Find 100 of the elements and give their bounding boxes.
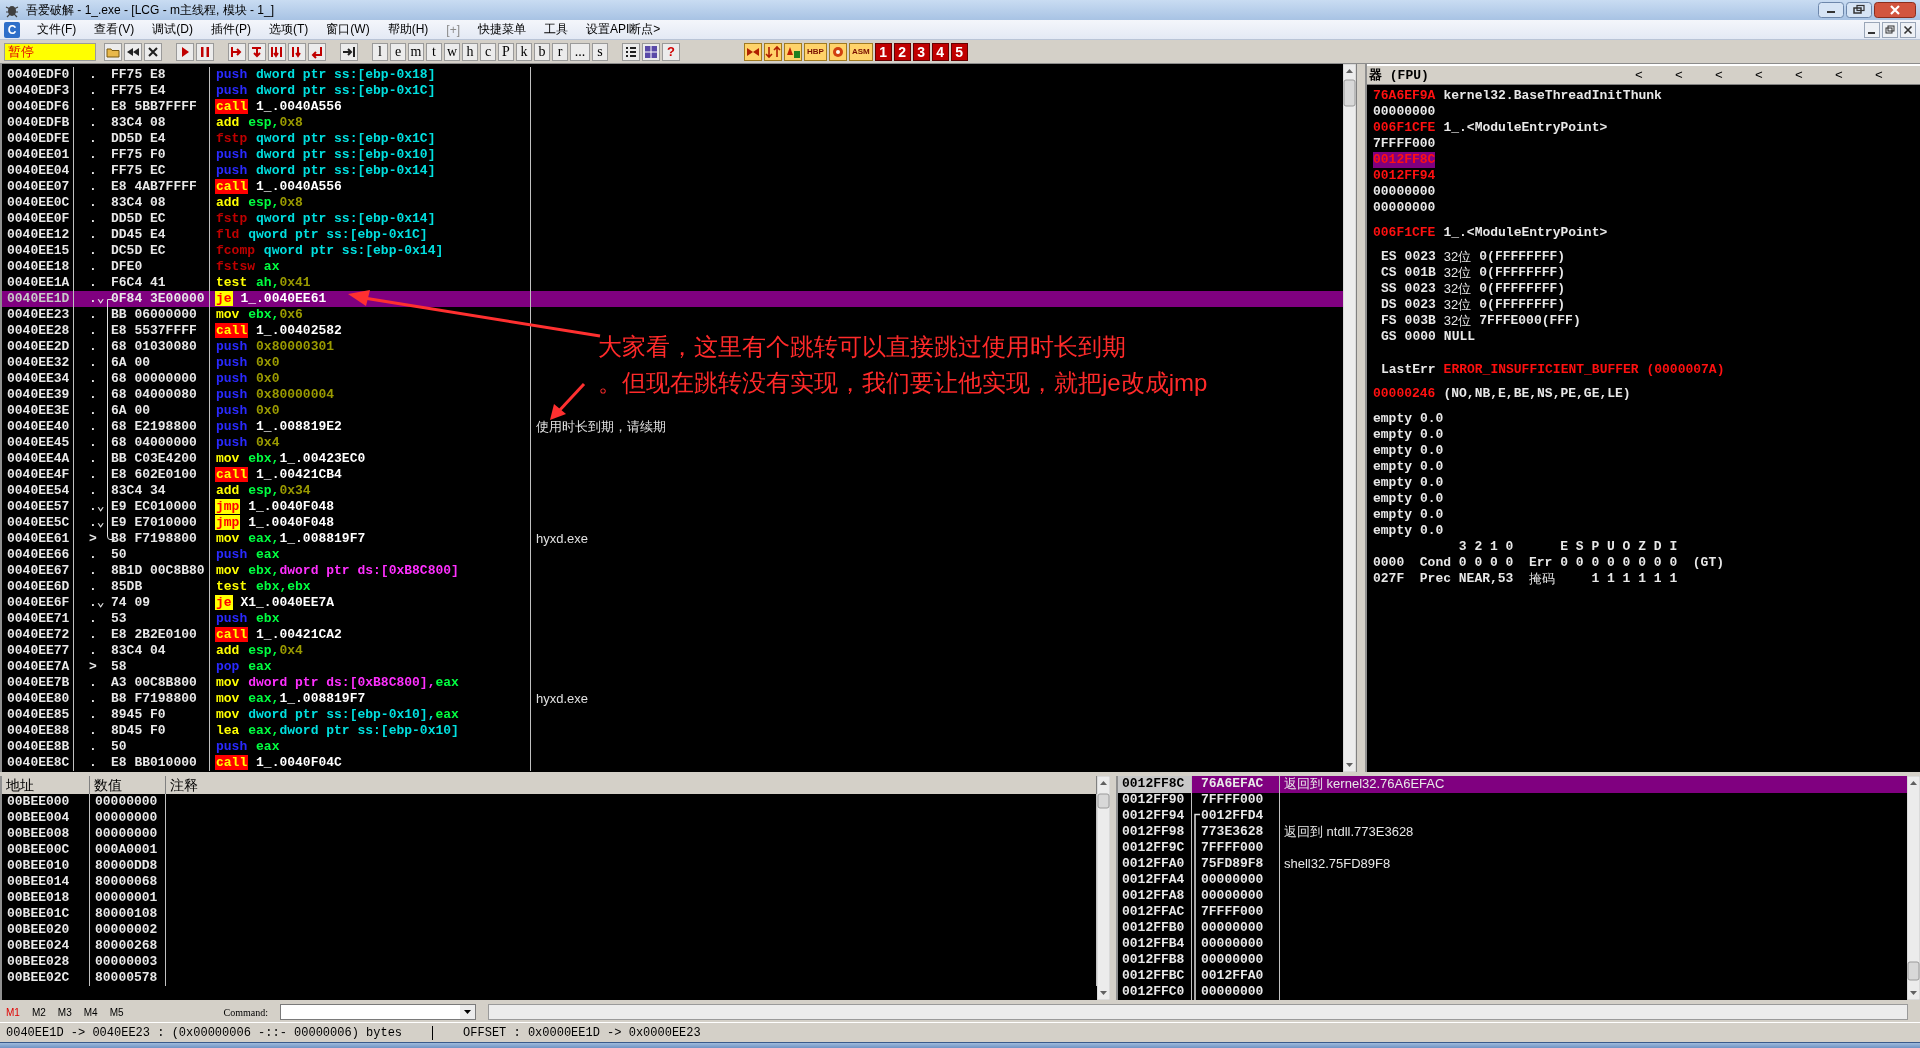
toolbar-button[interactable]: 4 [931,42,949,61]
scroll-left-button[interactable]: < [1779,67,1819,83]
memory-tab[interactable]: M5 [109,1006,124,1018]
menu-item[interactable]: 选项(T) [260,21,318,38]
scroll-left-button[interactable]: < [1659,67,1699,83]
command-field[interactable] [280,1004,476,1020]
close-icon[interactable] [144,42,162,61]
stack-row[interactable]: 0012FFA8 00000000 [1118,888,1907,904]
toolbar-button[interactable]: w [444,42,460,61]
scrollbar[interactable] [1097,776,1110,1000]
minimize-button[interactable] [1818,2,1844,18]
stack-row[interactable]: 0012FFA4 00000000 [1118,872,1907,888]
toolbar-button[interactable]: t [426,42,442,61]
stack-row[interactable]: 0012FFC0 00000000 [1118,984,1907,1000]
help-button[interactable]: ? [662,42,680,61]
toolbar-button[interactable]: b [534,42,550,61]
register-value[interactable]: 0012FF94 [1373,168,1436,184]
toolbar-button[interactable]: P [498,42,514,61]
flags-value[interactable]: 00000246 [1373,386,1436,402]
trace-over-icon[interactable] [288,42,306,61]
stack-row[interactable]: 0012FFB4 00000000 [1118,936,1907,952]
close-button[interactable] [1900,21,1916,38]
fpu-value[interactable]: 0.0 [1420,475,1444,491]
execute-till-return-icon[interactable] [308,42,326,61]
list-icon[interactable] [622,42,640,61]
pause-icon[interactable] [196,42,214,61]
toolbar-button[interactable]: ASM [848,42,873,61]
menu-item[interactable]: 文件(F) [28,21,86,38]
memory-tab[interactable]: M2 [31,1006,46,1018]
menu-item[interactable]: 设置API断点> [577,21,670,38]
toolbar-button[interactable]: m [408,42,424,61]
fpu-value[interactable]: 0.0 [1420,507,1444,523]
fpu-value[interactable]: 0.0 [1420,443,1444,459]
stack-row[interactable]: 0012FF94 0012FFD4 [1118,808,1907,824]
toolbar-button[interactable]: s [592,42,608,61]
stack-row[interactable]: 0012FFAC 7FFFF000 [1118,904,1907,920]
scroll-left-button[interactable]: < [1619,67,1659,83]
fpu-value[interactable]: 0.0 [1420,411,1444,427]
restore-button[interactable] [1846,2,1872,18]
close-button[interactable] [1874,2,1916,18]
toolbar-button[interactable]: l [372,42,388,61]
toolbar-button[interactable]: 2 [893,42,911,61]
column-header[interactable]: 数值 [90,776,166,794]
toolbar-button[interactable]: ... [570,42,590,61]
toolbar-button[interactable]: r [552,42,568,61]
register-value[interactable]: 00000000 [1373,184,1436,200]
restore-button[interactable] [1882,21,1898,38]
toolbar-button[interactable]: k [516,42,532,61]
toolbar-button[interactable]: e [390,42,406,61]
stack-row[interactable]: 0012FF98 773E3628 返回到 ntdll.773E3628 [1118,824,1907,840]
toolbar-button[interactable]: 5 [950,42,968,61]
folder-icon[interactable] [104,42,122,61]
scroll-left-button[interactable]: < [1859,67,1899,83]
menu-item[interactable]: 插件(P) [202,21,260,38]
trace-into-icon[interactable] [268,42,286,61]
register-value[interactable]: 00000000 [1373,200,1436,216]
column-header[interactable]: 地址 [2,776,90,794]
register-value[interactable]: 76A6EF9A [1373,88,1436,104]
memory-tab[interactable]: M4 [83,1006,98,1018]
register-value[interactable]: 7FFFF000 [1373,136,1436,152]
register-value[interactable]: 006F1CFE [1373,120,1436,136]
target-icon[interactable] [828,42,847,61]
scroll-left-button[interactable]: < [1739,67,1779,83]
fpu-value[interactable]: 0.0 [1420,459,1444,475]
go-to-icon[interactable] [340,42,358,61]
menu-item[interactable]: 工具 [535,21,577,38]
minimize-button[interactable] [1864,21,1880,38]
toolbar-button[interactable]: 1 [874,42,892,61]
scroll-left-button[interactable]: < [1819,67,1859,83]
arrows-icon[interactable] [744,42,762,61]
play-icon[interactable] [176,42,194,61]
toolbar-button[interactable]: c [480,42,496,61]
stack-row[interactable]: 0012FFB8 00000000 [1118,952,1907,968]
memory-tab[interactable]: M3 [57,1006,72,1018]
scrollbar[interactable] [1907,776,1920,1000]
menu-item[interactable]: 帮助(H) [378,21,438,38]
step-over-icon[interactable] [248,42,266,61]
menu-item[interactable]: 查看(V) [85,21,144,38]
fpu-value[interactable]: 0.0 [1420,491,1444,507]
selected-row[interactable]: 0040EE1D .⌄ 0F84 3E00000 je 1_.0040EE61 [2,291,1343,307]
stack-row[interactable]: 0012FFBC 0012FFA0 [1118,968,1907,984]
toolbar-button[interactable]: h [462,42,478,61]
toolbar-button[interactable]: 3 [912,42,930,61]
stack-row[interactable]: 0012FF9C 7FFFF000 [1118,840,1907,856]
stack-row[interactable]: 0012FF90 7FFFF000 [1118,792,1907,808]
fpu-value[interactable]: 0.0 [1420,427,1444,443]
scrollbar[interactable] [1343,64,1356,772]
rewind-icon[interactable] [124,42,142,61]
fpu-value[interactable]: 0.0 [1420,523,1444,539]
register-value[interactable]: 00000000 [1373,104,1436,120]
menu-item[interactable]: 窗口(W) [317,21,379,38]
menu-item[interactable]: 快捷菜单 [469,21,535,38]
shapes-icon[interactable] [784,42,802,61]
stack-row[interactable]: 0012FFA0 75FD89F8 shell32.75FD89F8 [1118,856,1907,872]
register-value[interactable]: 006F1CFE [1373,225,1436,241]
scroll-left-button[interactable]: < [1699,67,1739,83]
menu-item[interactable]: 调试(D) [143,21,202,38]
step-into-icon[interactable] [228,42,246,61]
sort-icon[interactable] [764,42,782,61]
stack-row[interactable]: 0012FFB0 00000000 [1118,920,1907,936]
